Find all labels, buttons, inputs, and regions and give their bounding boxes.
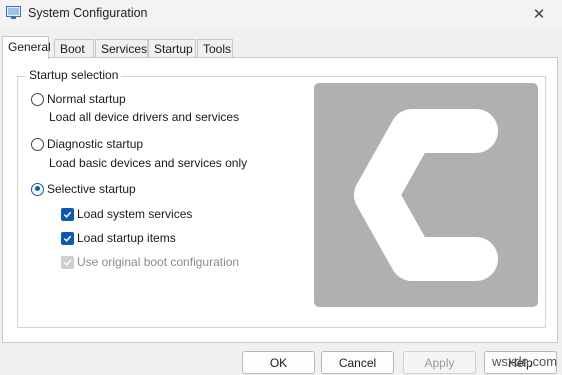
- selective-startup-label: Selective startup: [47, 182, 136, 196]
- tab-startup[interactable]: Startup: [148, 39, 196, 58]
- diagnostic-startup-radio[interactable]: Diagnostic startup: [31, 137, 143, 151]
- close-icon: ✕: [532, 6, 546, 23]
- radio-button-selected[interactable]: [31, 182, 44, 196]
- tab-services[interactable]: Services: [95, 39, 148, 58]
- close-button[interactable]: ✕: [516, 0, 562, 28]
- watermark-text: wsxdn.com: [492, 354, 558, 369]
- logo-panel: [314, 83, 538, 307]
- title-bar: System Configuration ✕: [0, 0, 562, 28]
- diagnostic-startup-desc: Load basic devices and services only: [49, 156, 248, 170]
- group-legend: Startup selection: [26, 68, 122, 82]
- ok-button[interactable]: OK: [242, 351, 315, 374]
- tab-boot[interactable]: Boot: [54, 39, 94, 58]
- general-tab-panel: Startup selection Normal startup Load al…: [2, 57, 558, 343]
- chevron-logo-icon: [354, 109, 498, 281]
- radio-button[interactable]: [31, 92, 44, 106]
- checkbox-checked[interactable]: [61, 207, 74, 221]
- radio-button[interactable]: [31, 137, 44, 151]
- startup-selection-group: Startup selection Normal startup Load al…: [17, 68, 546, 328]
- checkbox-disabled[interactable]: [61, 255, 74, 269]
- checkmark-icon: [63, 235, 72, 242]
- selective-startup-radio[interactable]: Selective startup: [31, 182, 136, 196]
- checkbox-checked[interactable]: [61, 231, 74, 245]
- diagnostic-startup-label: Diagnostic startup: [47, 137, 144, 151]
- window-title: System Configuration: [28, 6, 148, 20]
- load-startup-items-checkbox[interactable]: Load startup items: [61, 231, 176, 245]
- normal-startup-radio[interactable]: Normal startup: [31, 92, 126, 106]
- tab-general[interactable]: General: [2, 36, 51, 59]
- tab-tools[interactable]: Tools: [197, 39, 233, 58]
- normal-startup-label: Normal startup: [47, 92, 126, 106]
- use-original-boot-config-checkbox[interactable]: Use original boot configuration: [61, 255, 239, 269]
- load-system-services-label: Load system services: [77, 207, 193, 221]
- load-system-services-checkbox[interactable]: Load system services: [61, 207, 192, 221]
- apply-button[interactable]: Apply: [403, 351, 476, 374]
- load-startup-items-label: Load startup items: [77, 231, 176, 245]
- cancel-button[interactable]: Cancel: [321, 351, 394, 374]
- use-original-boot-config-label: Use original boot configuration: [77, 255, 240, 269]
- checkmark-icon: [63, 259, 72, 266]
- msconfig-icon: [6, 6, 21, 19]
- normal-startup-desc: Load all device drivers and services: [49, 110, 240, 124]
- checkmark-icon: [63, 211, 72, 218]
